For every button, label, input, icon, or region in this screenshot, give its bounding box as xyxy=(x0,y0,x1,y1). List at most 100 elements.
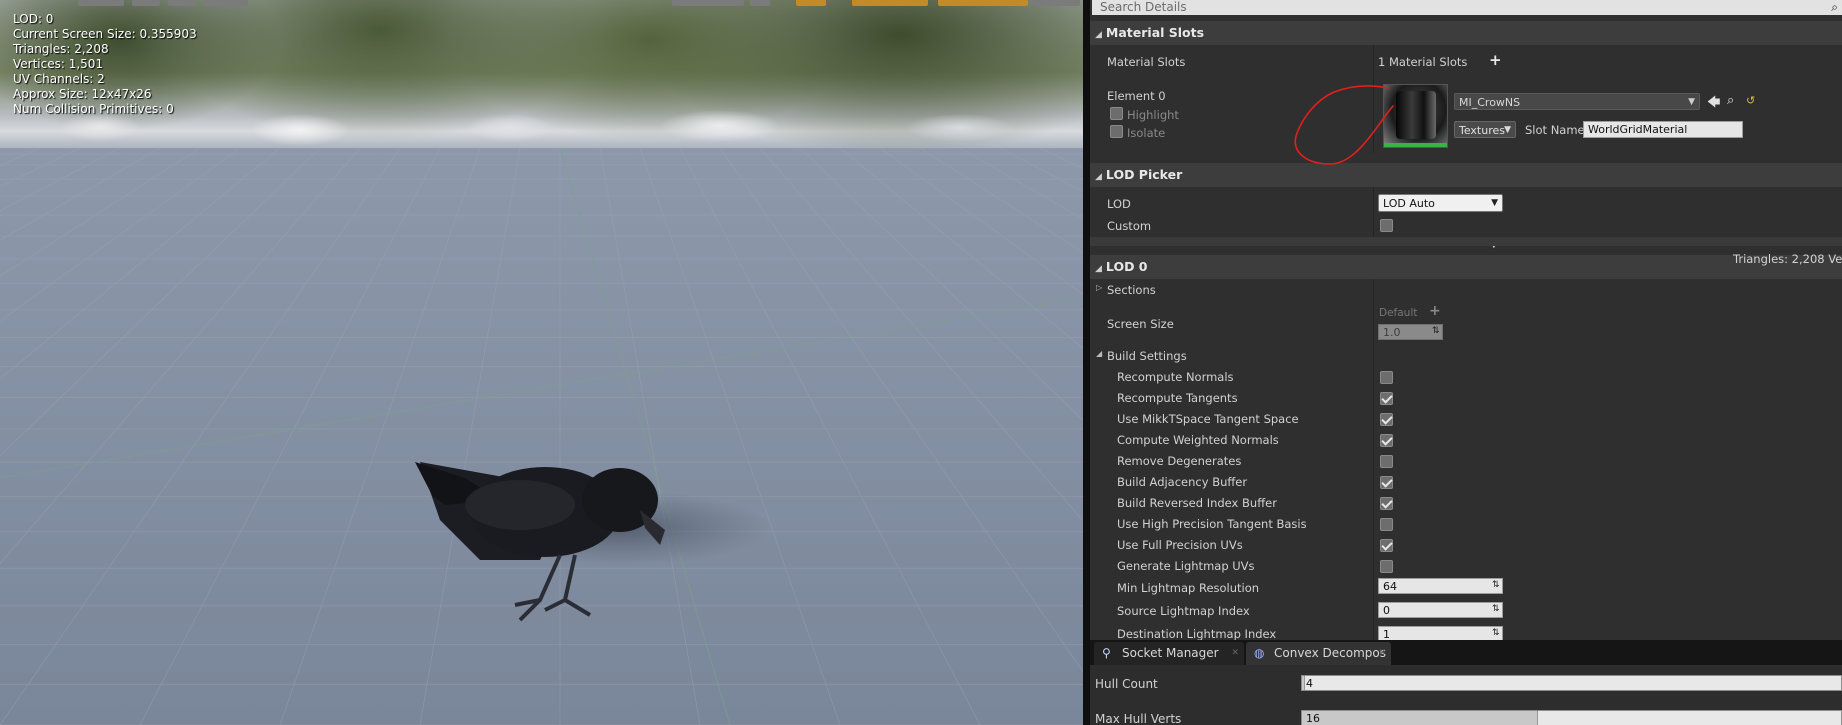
viewport-stats-overlay: LOD: 0 Current Screen Size: 0.355903 Tri… xyxy=(13,12,197,117)
viewport-toolbar-button[interactable] xyxy=(672,0,744,6)
viewport-toolbar-button[interactable] xyxy=(78,0,124,6)
3d-viewport[interactable]: LOD: 0 Current Screen Size: 0.355903 Tri… xyxy=(0,0,1083,725)
highlight-checkbox[interactable] xyxy=(1110,107,1123,120)
add-platform-override-icon[interactable]: + xyxy=(1429,303,1441,319)
textures-label: Textures xyxy=(1459,124,1505,137)
bottom-tab-bar: ⚲ Socket Manager ✕ ◍ Convex Decompos ✕ xyxy=(1090,640,1842,665)
column-divider[interactable] xyxy=(1373,279,1374,640)
viewport-toolbar-button[interactable] xyxy=(1032,0,1080,6)
build-setting-checkbox[interactable] xyxy=(1380,539,1393,552)
destination-lightmap-index-input[interactable]: 1 ⇅ xyxy=(1378,626,1503,640)
socket-manager-icon: ⚲ xyxy=(1102,646,1111,660)
details-panel: Search Details ⌕ ◢ Material Slots Materia… xyxy=(1090,0,1842,640)
viewport-toolbar-button[interactable] xyxy=(132,0,160,6)
collapse-triangle-icon[interactable]: ◢ xyxy=(1096,349,1102,358)
use-selected-arrow-icon[interactable]: 🡄 xyxy=(1707,93,1720,115)
build-settings-label[interactable]: Build Settings xyxy=(1107,349,1187,363)
build-setting-checkbox[interactable] xyxy=(1380,455,1393,468)
viewport-toolbar-button[interactable] xyxy=(852,0,928,6)
lod0-triangles-info: Triangles: 2,208 Vert xyxy=(1733,252,1842,266)
panel-splitter[interactable] xyxy=(1083,0,1090,725)
search-icon[interactable]: ⌕ xyxy=(1831,0,1838,14)
close-icon[interactable]: ✕ xyxy=(1378,642,1386,665)
spin-arrows-icon[interactable]: ⇅ xyxy=(1492,605,1500,614)
category-lod-0[interactable]: ◢ LOD 0 xyxy=(1090,255,1842,279)
column-divider[interactable] xyxy=(1373,45,1374,153)
expand-triangle-icon[interactable]: ▷ xyxy=(1096,283,1102,292)
category-material-slots[interactable]: ◢ Material Slots xyxy=(1090,21,1842,45)
stat-vertices: Vertices: 1,501 xyxy=(13,57,104,71)
stat-screen-size: Current Screen Size: 0.355903 xyxy=(13,27,197,41)
lod-dropdown[interactable]: LOD Auto ▼ xyxy=(1378,194,1503,212)
column-divider[interactable] xyxy=(1373,187,1374,237)
collapse-triangle-icon: ◢ xyxy=(1095,264,1102,274)
viewport-toolbar-button[interactable] xyxy=(796,0,826,6)
category-lod-picker[interactable]: ◢ LOD Picker xyxy=(1090,163,1842,187)
build-setting-checkbox[interactable] xyxy=(1380,476,1393,489)
build-setting-checkbox[interactable] xyxy=(1380,413,1393,426)
material-asset-picker[interactable]: MI_CrowNS ▼ xyxy=(1454,93,1700,110)
chevron-down-icon: ▼ xyxy=(1688,97,1695,107)
material-thumbnail[interactable] xyxy=(1383,84,1448,148)
chevron-down-icon: ▼ xyxy=(1491,198,1498,208)
spin-arrows-icon[interactable]: ⇅ xyxy=(1432,327,1440,336)
build-setting-checkbox[interactable] xyxy=(1380,434,1393,447)
stat-triangles: Triangles: 2,208 xyxy=(13,42,109,56)
viewport-toolbar-button[interactable] xyxy=(938,0,1028,6)
custom-checkbox[interactable] xyxy=(1380,219,1393,232)
destination-lightmap-index-label: Destination Lightmap Index xyxy=(1117,627,1277,640)
viewport-toolbar-button[interactable] xyxy=(750,0,770,6)
build-setting-checkbox[interactable] xyxy=(1380,497,1393,510)
add-material-slot-icon[interactable]: + xyxy=(1489,51,1502,69)
slot-name-input[interactable]: WorldGridMaterial xyxy=(1583,121,1743,138)
reset-to-default-icon[interactable]: ↺ xyxy=(1746,94,1755,107)
spin-arrows-icon[interactable]: ⇅ xyxy=(1492,581,1500,590)
custom-label: Custom xyxy=(1107,219,1152,233)
sections-label[interactable]: Sections xyxy=(1107,283,1156,297)
hull-count-label: Hull Count xyxy=(1095,677,1158,691)
spin-arrows-icon[interactable]: ⇅ xyxy=(1492,629,1500,638)
viewport-toolbar-button[interactable] xyxy=(204,0,248,6)
build-setting-label: Remove Degenerates xyxy=(1117,454,1242,468)
viewport-floor-grid xyxy=(0,148,1083,725)
slot-name-value: WorldGridMaterial xyxy=(1588,123,1688,136)
slider-fill xyxy=(1302,711,1538,725)
close-icon[interactable]: ✕ xyxy=(1231,642,1239,665)
collapse-triangle-icon: ◢ xyxy=(1095,172,1102,182)
highlight-label: Highlight xyxy=(1127,108,1179,122)
tab-label: Convex Decompos xyxy=(1274,646,1386,660)
tab-socket-manager[interactable]: ⚲ Socket Manager ✕ xyxy=(1094,642,1244,665)
material-slots-label: Material Slots xyxy=(1107,55,1186,69)
stat-lod: LOD: 0 xyxy=(13,12,54,26)
textures-dropdown[interactable]: Textures ▼ xyxy=(1454,121,1516,138)
convex-decomposition-panel: Hull Count 4 Max Hull Verts 16 xyxy=(1090,665,1842,725)
chevron-down-icon: ▼ xyxy=(1504,125,1511,135)
stat-collision-primitives: Num Collision Primitives: 0 xyxy=(13,102,174,116)
max-hull-verts-slider[interactable]: 16 xyxy=(1301,710,1842,725)
isolate-label: Isolate xyxy=(1127,126,1166,140)
build-setting-checkbox[interactable] xyxy=(1380,560,1393,573)
build-setting-label: Build Reversed Index Buffer xyxy=(1117,496,1277,510)
browse-asset-magnifier-icon[interactable]: ⌕ xyxy=(1727,93,1734,108)
convex-decomposition-icon: ◍ xyxy=(1254,646,1265,660)
min-lightmap-resolution-input[interactable]: 64 ⇅ xyxy=(1378,578,1503,594)
tab-convex-decomposition[interactable]: ◍ Convex Decompos ✕ xyxy=(1246,642,1391,665)
build-setting-checkbox[interactable] xyxy=(1380,371,1393,384)
search-details-input[interactable]: Search Details ⌕ xyxy=(1092,0,1842,15)
source-lightmap-index-value: 0 xyxy=(1383,604,1390,617)
category-title: LOD Picker xyxy=(1105,167,1183,182)
source-lightmap-index-input[interactable]: 0 ⇅ xyxy=(1378,602,1503,618)
viewport-toolbar-button[interactable] xyxy=(168,0,196,6)
build-setting-checkbox[interactable] xyxy=(1380,518,1393,531)
screen-size-input[interactable]: 1.0 ⇅ xyxy=(1378,324,1443,340)
advanced-expander-strip[interactable] xyxy=(1090,237,1842,246)
build-setting-checkbox[interactable] xyxy=(1380,392,1393,405)
screen-size-value: 1.0 xyxy=(1383,326,1401,339)
build-setting-label: Generate Lightmap UVs xyxy=(1117,559,1255,573)
build-setting-label: Use MikkTSpace Tangent Space xyxy=(1117,412,1299,426)
search-placeholder: Search Details xyxy=(1100,0,1187,14)
hull-count-slider[interactable]: 4 xyxy=(1301,675,1842,691)
hull-count-value: 4 xyxy=(1306,677,1313,690)
isolate-checkbox[interactable] xyxy=(1110,125,1123,138)
screen-size-label: Screen Size xyxy=(1107,317,1174,331)
